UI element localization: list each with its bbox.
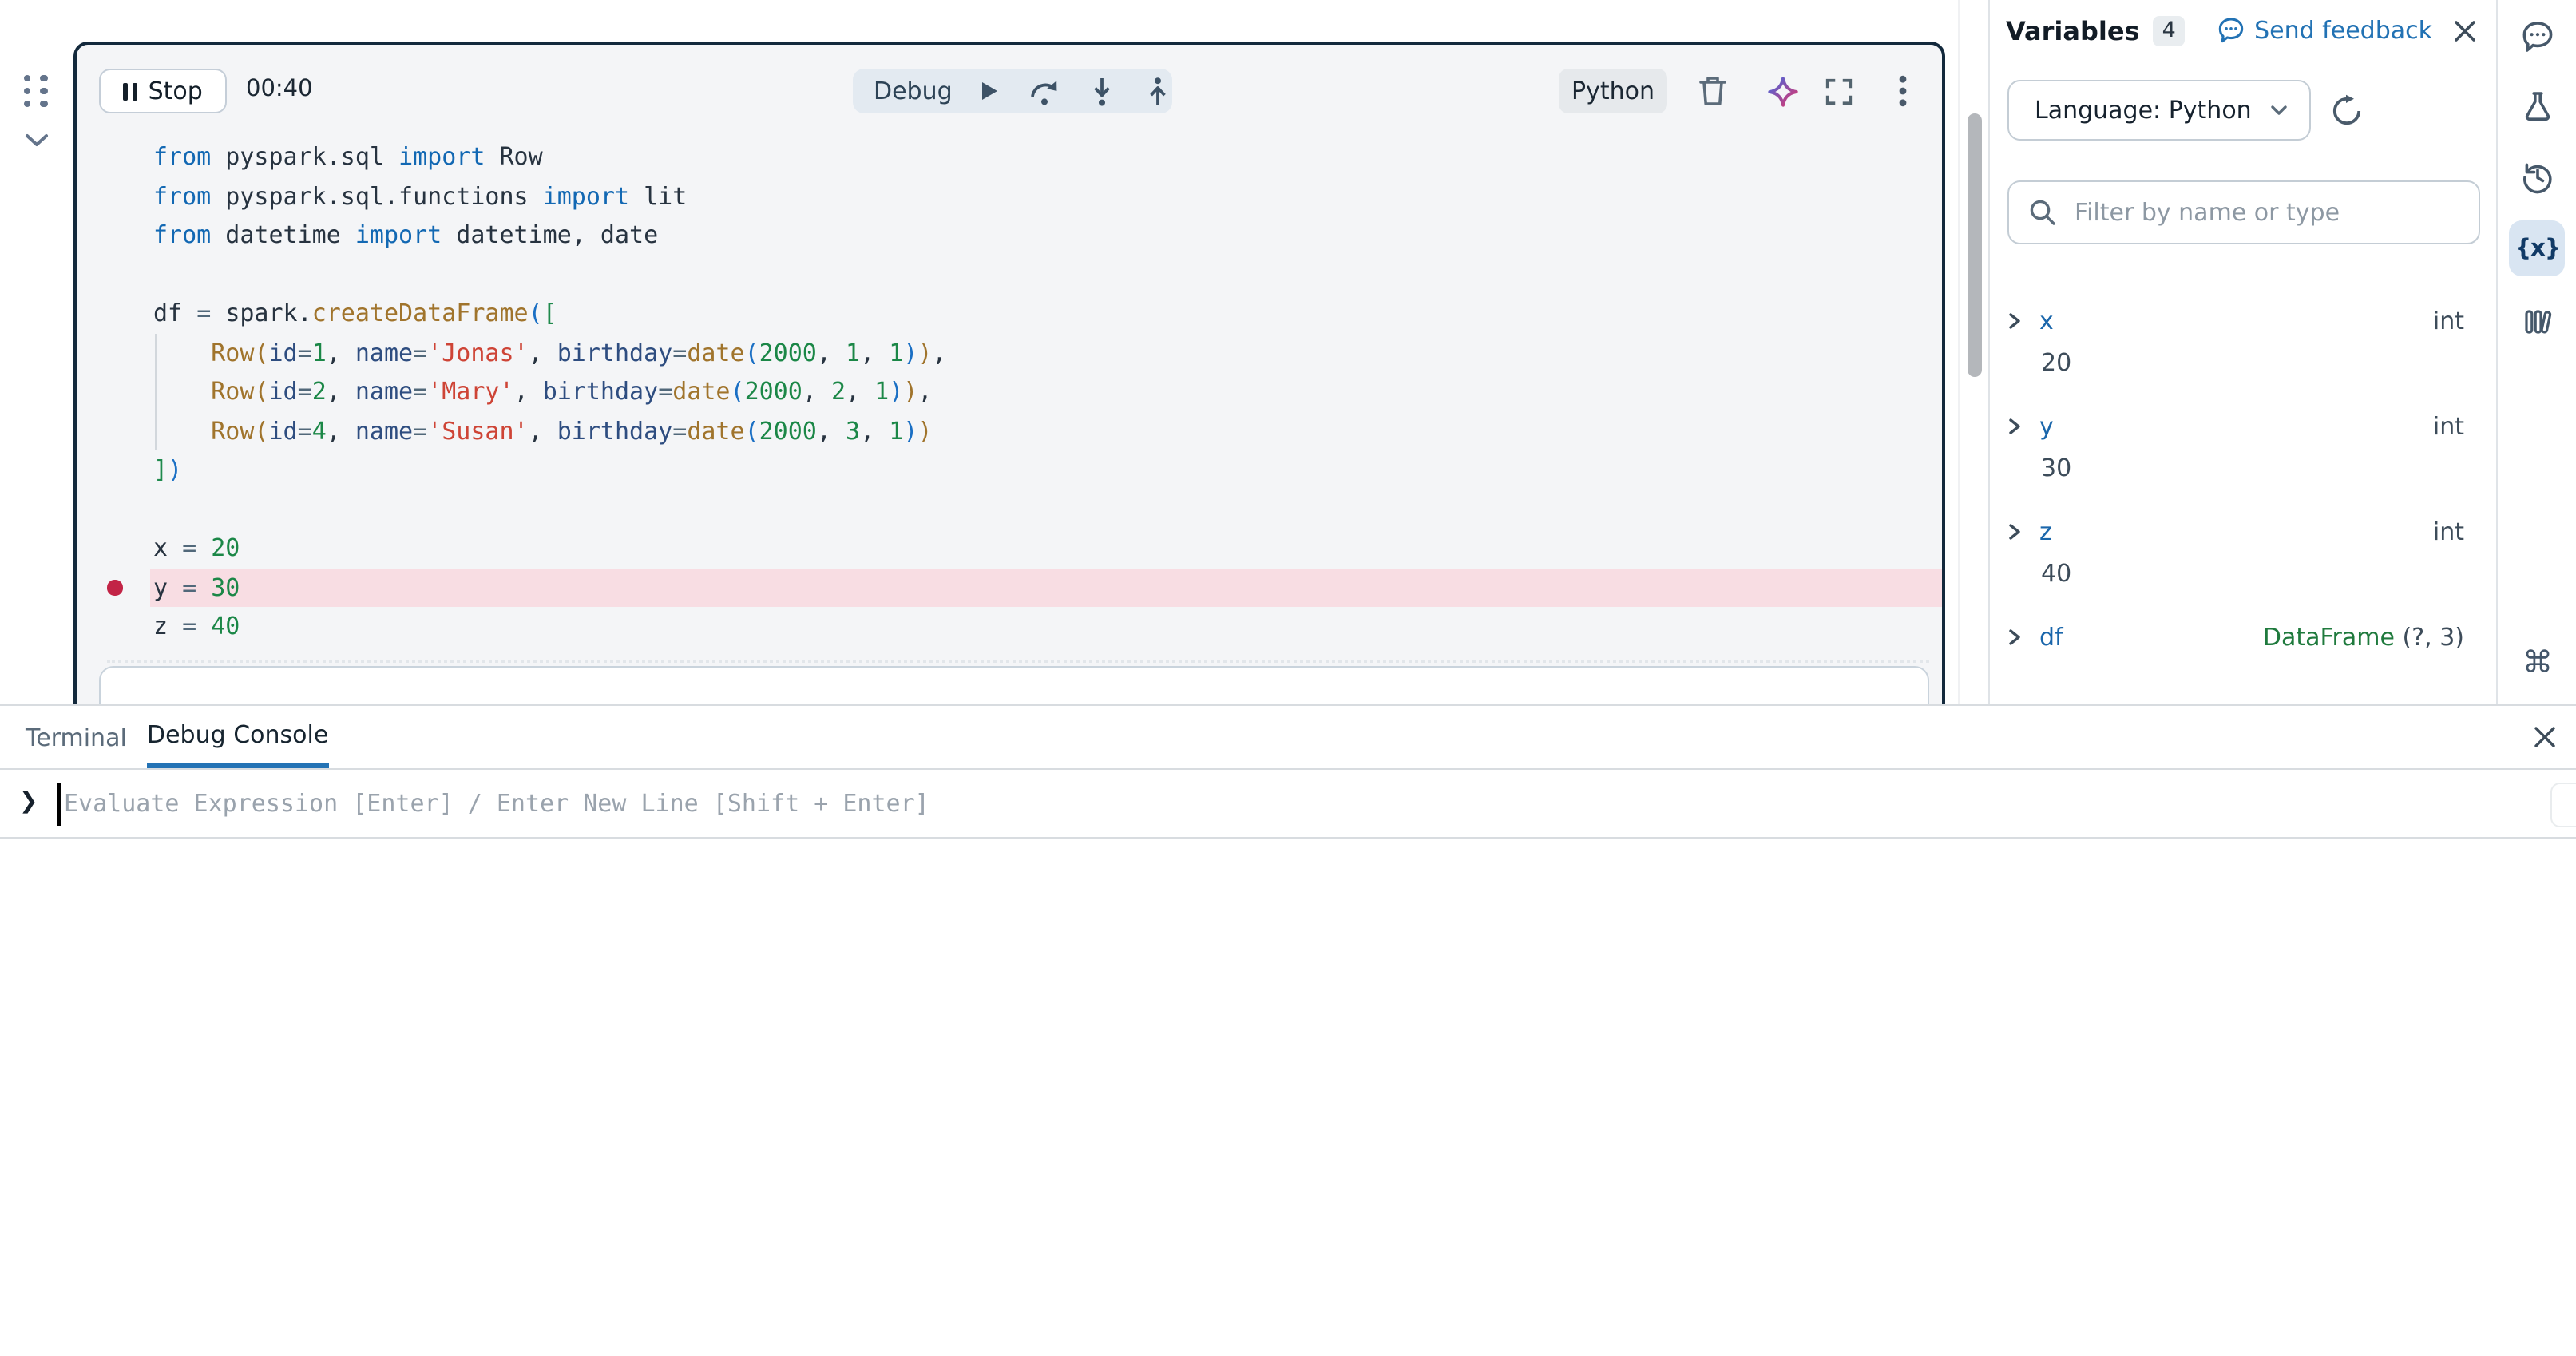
variable-name[interactable]: df xyxy=(2039,623,2063,652)
command-icon[interactable]: ⌘ xyxy=(2520,645,2555,680)
variable-value xyxy=(2041,658,2480,700)
fullscreen-icon[interactable] xyxy=(1821,73,1856,109)
variables-filter[interactable] xyxy=(2007,180,2480,244)
variable-value: 20 xyxy=(2041,342,2480,383)
code-line[interactable]: df = spark.createDataFrame([ xyxy=(150,294,1942,333)
notebook-debug-view: Stop 00:40 Debug xyxy=(0,0,2576,1356)
cell-output-box xyxy=(99,666,1929,704)
stop-button-label: Stop xyxy=(149,77,203,105)
continue-button[interactable] xyxy=(978,78,1002,104)
variables-title: Variables xyxy=(2006,15,2140,46)
variable-name[interactable]: y xyxy=(2039,412,2054,441)
console-prompt: ❯ xyxy=(19,789,38,815)
code-line[interactable]: from pyspark.sql.functions import lit xyxy=(150,176,1942,216)
variable-type: DataFrame (?, 3) xyxy=(2263,623,2480,652)
step-out-button[interactable] xyxy=(1144,76,1173,106)
code-line[interactable] xyxy=(150,255,1942,294)
code-line[interactable]: from datetime import datetime, date xyxy=(150,216,1942,255)
cell-toolbar: Stop 00:40 Debug xyxy=(77,69,1942,113)
variables-filter-input[interactable] xyxy=(2071,196,2459,228)
bottom-panel: Terminal Debug Console ❯ Evaluate Expres… xyxy=(0,704,2576,1356)
console-overlay-box xyxy=(2550,783,2576,827)
library-icon[interactable] xyxy=(2520,303,2555,339)
variable-row[interactable]: z int 40 xyxy=(2007,511,2480,594)
cell-result-separator xyxy=(107,660,1929,663)
variable-row[interactable]: y int 30 xyxy=(2007,406,2480,489)
variables-braces-icon[interactable]: {x} xyxy=(2520,232,2555,267)
step-over-button[interactable] xyxy=(1029,76,1061,106)
send-feedback-label: Send feedback xyxy=(2254,16,2432,45)
scrollbar-track-edge xyxy=(1958,0,1960,704)
trash-icon[interactable] xyxy=(1694,73,1730,109)
variable-type: int xyxy=(2433,517,2480,546)
tab-debug-console[interactable]: Debug Console xyxy=(147,706,328,768)
send-feedback-link[interactable]: Send feedback xyxy=(2216,16,2432,45)
code-line[interactable]: y = 30 xyxy=(150,568,1942,607)
code-line[interactable]: x = 20 xyxy=(150,529,1942,568)
bottom-panel-tabs: Terminal Debug Console xyxy=(0,706,2576,770)
variables-panel-header: Variables 4 Send feedback xyxy=(2006,13,2477,48)
code-line[interactable]: z = 40 xyxy=(150,607,1942,646)
assistant-sparkle-icon[interactable] xyxy=(1765,73,1800,109)
code-line[interactable]: Row(id=4, name='Susan', birthday=date(20… xyxy=(150,411,1942,450)
feedback-bubble-icon xyxy=(2216,16,2245,45)
expand-chevron-icon[interactable] xyxy=(2007,311,2023,331)
breakpoint-dot[interactable] xyxy=(107,580,122,595)
code-editor[interactable]: from pyspark.sql import Rowfrom pyspark.… xyxy=(77,137,1942,646)
step-into-button[interactable] xyxy=(1088,76,1117,106)
code-line[interactable]: ]) xyxy=(150,450,1942,490)
variable-row[interactable]: df DataFrame (?, 3) xyxy=(2007,617,2480,700)
code-line[interactable]: Row(id=1, name='Jonas', birthday=date(20… xyxy=(150,333,1942,372)
tab-terminal[interactable]: Terminal xyxy=(26,706,127,768)
chevron-down-icon xyxy=(2269,103,2289,117)
cell-drag-handle-icon[interactable] xyxy=(24,75,51,107)
variable-name[interactable]: x xyxy=(2039,307,2054,335)
variables-panel: Variables 4 Send feedback Language: Pyth… xyxy=(1988,0,2496,704)
code-line[interactable]: Row(id=2, name='Mary', birthday=date(200… xyxy=(150,372,1942,411)
debug-label: Debug xyxy=(874,77,953,105)
kebab-menu-icon[interactable] xyxy=(1884,73,1920,109)
variable-type: int xyxy=(2433,307,2480,335)
notebook-scrollbar-thumb[interactable] xyxy=(1968,113,1982,377)
pause-icon xyxy=(123,82,137,100)
refresh-variables-icon[interactable] xyxy=(2330,94,2364,128)
variables-panel-close-icon[interactable] xyxy=(2453,18,2477,42)
search-icon xyxy=(2028,198,2057,227)
variable-type: int xyxy=(2433,412,2480,441)
variable-row[interactable]: x int 20 xyxy=(2007,300,2480,383)
expand-chevron-icon[interactable] xyxy=(2007,417,2023,436)
debug-controls: Debug xyxy=(853,69,1172,113)
variables-count-badge: 4 xyxy=(2153,15,2186,46)
language-selector-label: Language: Python xyxy=(2035,96,2252,125)
code-lines: from pyspark.sql import Rowfrom pyspark.… xyxy=(77,137,1942,646)
code-line[interactable] xyxy=(150,490,1942,529)
history-icon[interactable] xyxy=(2520,160,2555,195)
console-placeholder: Evaluate Expression [Enter] / Enter New … xyxy=(64,770,929,839)
variable-name[interactable]: z xyxy=(2039,517,2052,546)
cell-collapse-chevron-icon[interactable] xyxy=(22,131,51,150)
indent-guide xyxy=(154,333,156,450)
experiments-flask-icon[interactable] xyxy=(2520,89,2555,125)
execution-timer: 00:40 xyxy=(246,77,313,102)
variable-value: 40 xyxy=(2041,553,2480,594)
variable-value: 30 xyxy=(2041,447,2480,489)
notebook-cell: Stop 00:40 Debug xyxy=(73,42,1945,704)
debug-console-input[interactable]: ❯ Evaluate Expression [Enter] / Enter Ne… xyxy=(0,770,2576,839)
language-selector[interactable]: Language: Python xyxy=(2007,80,2311,141)
assistant-chat-icon[interactable] xyxy=(2520,19,2555,54)
expand-chevron-icon[interactable] xyxy=(2007,628,2023,647)
bottom-panel-close-icon[interactable] xyxy=(2533,725,2557,749)
expand-chevron-icon[interactable] xyxy=(2007,522,2023,541)
language-badge[interactable]: Python xyxy=(1559,69,1667,113)
stop-button[interactable]: Stop xyxy=(99,69,227,113)
right-icon-rail: {x} ⌘ xyxy=(2496,0,2576,704)
text-cursor xyxy=(57,783,60,826)
code-line[interactable]: from pyspark.sql import Row xyxy=(150,137,1942,176)
